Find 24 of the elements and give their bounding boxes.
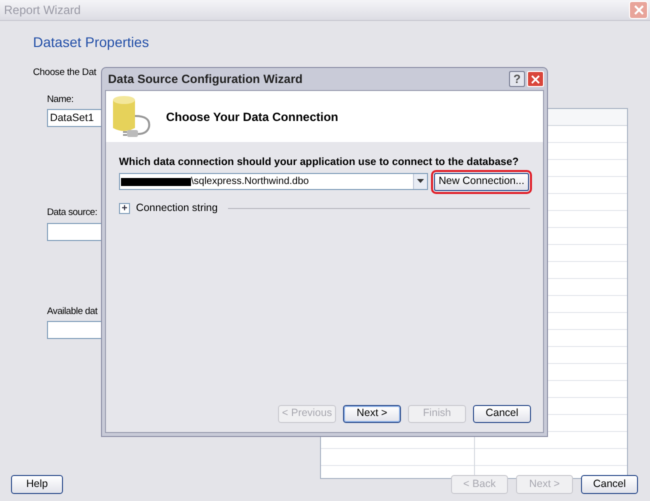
close-icon xyxy=(531,74,540,84)
dropdown-value: \sqlexpress.Northwind.dbo xyxy=(191,175,309,190)
dialog-heading: Choose Your Data Connection xyxy=(166,108,338,126)
field-label: Name: xyxy=(47,93,74,107)
instruction-text: Choose the Dat xyxy=(33,66,96,80)
window-title: Report Wizard xyxy=(4,2,81,19)
field-label: Data source: xyxy=(47,206,98,220)
question-label: Which data connection should your application use to connect to the database? xyxy=(119,155,520,170)
close-icon xyxy=(634,5,644,15)
wizard-button[interactable]: Help xyxy=(11,475,63,494)
close-button[interactable] xyxy=(629,1,648,19)
dialog-title: Data Source Configuration Wizard xyxy=(108,71,303,88)
new-connection-button[interactable]: New Connection... xyxy=(434,172,529,191)
help-button[interactable]: ? xyxy=(509,71,525,87)
dialog-button[interactable]: Cancel xyxy=(473,405,531,423)
close-button[interactable] xyxy=(527,71,544,87)
dialog-button[interactable]: Next > xyxy=(343,405,401,423)
section-label: Connection string xyxy=(136,200,218,216)
wizard-button[interactable]: Cancel xyxy=(581,475,638,494)
redaction-bar xyxy=(121,178,191,186)
connection-dropdown[interactable]: \sqlexpress.Northwind.dbo xyxy=(119,173,428,190)
page-heading: Dataset Properties xyxy=(33,33,150,52)
expand-toggle[interactable]: + xyxy=(119,203,130,214)
field-label: Available dat xyxy=(47,304,98,318)
